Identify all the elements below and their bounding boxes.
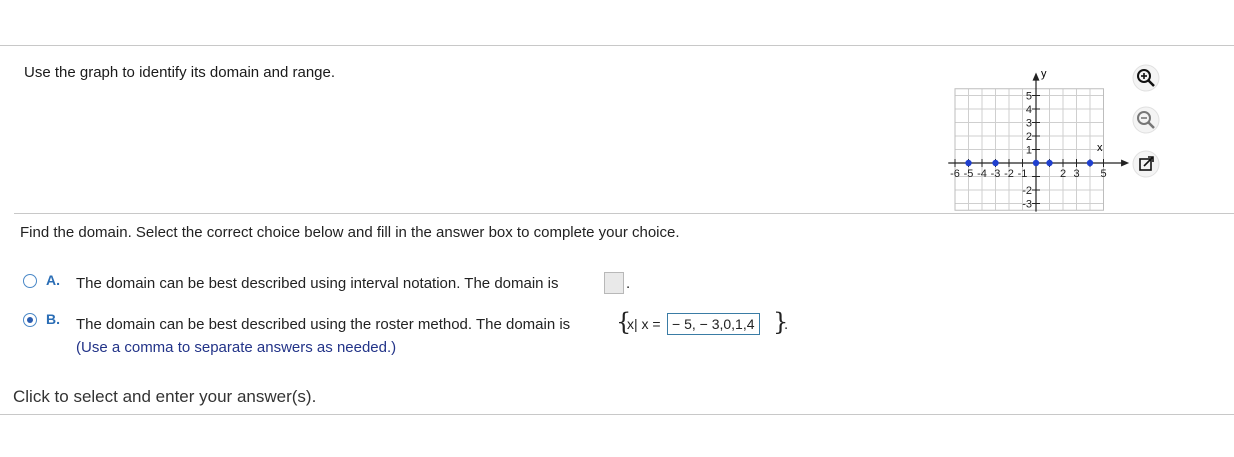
graph-point [1046,159,1053,167]
question-prompt: Use the graph to identify its domain and… [24,64,336,81]
choice-b-letter: B. [46,311,60,327]
choice-b-text: The domain can be best described using t… [76,316,571,333]
y-tick-label: 3 [1026,118,1032,130]
zoom-in-icon[interactable] [1132,64,1160,92]
function-graph[interactable]: 54321-2-3 -6 -5 -4 -3 -2 -1 2 3 5 x y [945,60,1130,215]
choice-b-suffix: . [784,316,789,333]
y-tick-label: 4 [1026,104,1032,116]
choice-a-text: The domain can be best described using i… [76,275,559,292]
answer-instruction-footer[interactable]: Click to select and enter your answer(s)… [13,387,316,407]
question-instruction: Find the domain. Select the correct choi… [20,224,680,241]
graph-point [1032,159,1040,167]
x-tick-label: -2 [1004,168,1014,180]
y-tick-label: 2 [1026,131,1032,143]
graph-point [992,159,999,167]
y-tick-label: -3 [1022,199,1032,211]
x-tick-labels: -6 -5 -4 -3 -2 -1 2 3 5 [950,168,1106,180]
x-tick-label: -3 [991,168,1001,180]
choice-b[interactable]: B. The domain can be best described usin… [22,308,802,358]
x-tick-label: -6 [950,168,960,180]
set-builder-prefix: x| x = [627,316,661,332]
choice-a-answer-box[interactable] [604,272,624,294]
choice-a-suffix: . [626,275,631,292]
x-axis-arrow [1121,159,1130,167]
y-tick-label: 1 [1026,145,1032,157]
graph-point [965,159,972,167]
x-tick-label: 5 [1100,168,1106,180]
x-tick-label: -5 [964,168,974,180]
choice-a[interactable]: A. The domain can be best described usin… [22,268,662,298]
bottom-divider [0,414,1234,415]
graph-point [1086,159,1094,167]
choice-a-letter: A. [46,272,60,288]
choice-b-radio[interactable] [23,313,37,327]
popout-icon[interactable] [1132,150,1160,178]
top-divider [0,45,1234,46]
choice-b-answer-box[interactable]: − 5, − 3,0,1,4 [667,313,760,335]
x-tick-label: -1 [1018,168,1028,180]
x-axis-label: x [1097,142,1103,154]
choice-b-hint: (Use a comma to separate answers as need… [76,339,397,356]
choice-a-radio[interactable] [23,274,37,288]
y-axis-label: y [1041,68,1047,80]
x-tick-label: 2 [1060,168,1066,180]
x-tick-label: -4 [977,168,987,180]
y-tick-label: 5 [1026,91,1032,103]
zoom-out-icon[interactable] [1132,106,1160,134]
y-axis-arrow [1032,72,1040,81]
y-tick-label: -2 [1022,185,1032,197]
x-tick-label: 3 [1073,168,1079,180]
